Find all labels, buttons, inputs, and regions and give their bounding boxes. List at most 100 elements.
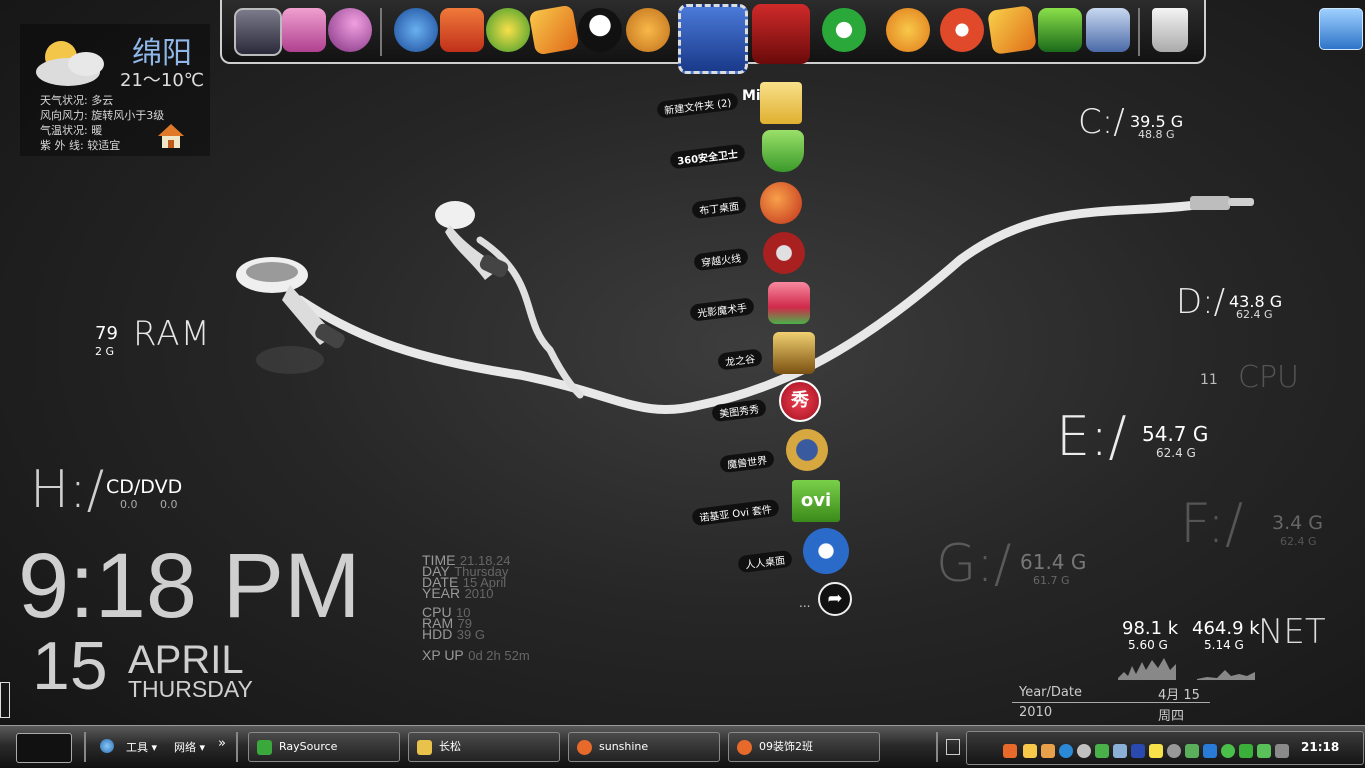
- monitor-icon[interactable]: [234, 8, 282, 56]
- cddvd-label: CD/DVD: [106, 476, 183, 498]
- calendar-year: 2010: [1019, 705, 1053, 720]
- tray-app-icon[interactable]: [1221, 744, 1235, 758]
- music-box2-icon[interactable]: [987, 5, 1037, 55]
- monitor-ball-icon[interactable]: [328, 8, 372, 52]
- tray-app-icon[interactable]: [1095, 744, 1109, 758]
- corner-bird-button[interactable]: [1319, 8, 1363, 50]
- net-down: 98.1 k: [1122, 618, 1179, 639]
- chevron-down-icon: ▾: [151, 741, 158, 754]
- film-strip-icon[interactable]: [678, 4, 748, 74]
- toolbar-network[interactable]: 网络 ▾: [174, 739, 205, 755]
- ovi-icon[interactable]: ovi: [792, 480, 840, 522]
- net-up-total: 5.14 G: [1204, 638, 1244, 652]
- tray-app-icon[interactable]: [1077, 744, 1091, 758]
- drive-c-total: 48.8 G: [1138, 128, 1175, 141]
- top-dock: [220, 0, 1206, 74]
- task-button[interactable]: 长松: [408, 732, 560, 762]
- player-red-icon[interactable]: [940, 8, 984, 52]
- tray-app-icon[interactable]: [1003, 744, 1017, 758]
- flash-icon[interactable]: [440, 8, 484, 52]
- network-icon[interactable]: [394, 8, 438, 52]
- folder-icon: [417, 740, 432, 755]
- qq-group-icon: [737, 740, 752, 755]
- calendar-weekday: 周四: [1158, 709, 1185, 724]
- photo-icon[interactable]: [768, 282, 810, 324]
- toolbar-separator: [936, 732, 938, 762]
- recycle-bin-icon[interactable]: [1152, 8, 1188, 52]
- music-green-icon[interactable]: [486, 8, 530, 52]
- cddvd-value-2: 0.0: [160, 498, 178, 511]
- tray-app-icon[interactable]: [1239, 744, 1253, 758]
- calendar-label: Year/Date: [1019, 685, 1082, 700]
- tray-app-icon[interactable]: [1257, 744, 1271, 758]
- arrow-orange-icon[interactable]: [886, 8, 930, 52]
- start-button[interactable]: [16, 733, 72, 763]
- net-label: NET: [1258, 612, 1326, 652]
- media-player-icon[interactable]: [1086, 8, 1130, 52]
- tray-app-icon[interactable]: [1185, 744, 1199, 758]
- drive-e-free: 54.7 G: [1142, 422, 1209, 446]
- folder-icon[interactable]: [760, 82, 802, 124]
- drive-g-total: 61.7 G: [1033, 574, 1070, 587]
- menu-more[interactable]: ...: [799, 596, 810, 610]
- crossfire-icon[interactable]: [763, 232, 805, 274]
- cddvd-letter: H:/: [30, 460, 105, 520]
- tray-app-icon[interactable]: [1041, 744, 1055, 758]
- show-desktop-icon[interactable]: [946, 739, 960, 755]
- weather-condition: 天气状况: 多云: [40, 94, 114, 107]
- ie-quicklaunch-icon[interactable]: [100, 739, 114, 753]
- renren-icon[interactable]: [803, 528, 849, 574]
- tray-app-icon[interactable]: [1203, 744, 1217, 758]
- ie-browser-icon[interactable]: [822, 8, 866, 52]
- info-value: 2010: [464, 586, 494, 601]
- raccoon-icon[interactable]: [626, 8, 670, 52]
- cloudy-weather-icon: [36, 41, 104, 86]
- toolbar-chevron[interactable]: »: [218, 736, 226, 751]
- system-info: TIME 21.18.24 DAY Thursday DATE 15 April…: [422, 553, 572, 663]
- task-button[interactable]: sunshine: [568, 732, 720, 762]
- net-up-graph: [1197, 670, 1255, 680]
- arrow-forward-icon[interactable]: ➦: [818, 582, 852, 616]
- info-row: XP UP 0d 2h 52m: [422, 648, 572, 663]
- taskbar-clock[interactable]: 21:18: [1301, 740, 1339, 754]
- weather-widget: 绵阳 21～10℃ 天气状况: 多云 风向风力: 旋转风小于3级 气温状况: 暖…: [20, 24, 210, 156]
- cpu-label: CPU: [1238, 360, 1299, 395]
- task-button[interactable]: 09装饰2班: [728, 732, 880, 762]
- task-label: 09装饰2班: [759, 740, 813, 753]
- raysource-icon: [257, 740, 272, 755]
- ram-value: 79: [95, 323, 118, 344]
- bird-icon[interactable]: [760, 182, 802, 224]
- qq-group-icon: [577, 740, 592, 755]
- dragon-nest-icon[interactable]: [773, 332, 815, 374]
- home-icon[interactable]: [156, 122, 186, 150]
- tray-app-icon[interactable]: [1167, 744, 1181, 758]
- music-box-icon[interactable]: [528, 4, 580, 56]
- torii-gate-icon[interactable]: [752, 4, 810, 64]
- info-row: HDD 39 G: [422, 627, 572, 641]
- info-value: 0d 2h 52m: [468, 648, 530, 663]
- weather-temperature: 21～10℃: [120, 70, 205, 91]
- shield-icon[interactable]: [762, 130, 804, 172]
- weather-uv: 紫 外 线: 较适宜: [40, 139, 121, 152]
- taskbar: 工具 ▾ 网络 ▾ » RaySource 长松 sunshine 09装饰2班: [0, 725, 1365, 768]
- calendar-widget: Year/Date 4月 15 2010 周四: [1012, 683, 1212, 724]
- folder-pink-icon[interactable]: [282, 8, 326, 52]
- toolbar-tools[interactable]: 工具 ▾: [126, 739, 157, 755]
- task-button[interactable]: RaySource: [248, 732, 400, 762]
- wow-icon[interactable]: [786, 429, 828, 471]
- tray-app-icon[interactable]: [1113, 744, 1127, 758]
- audio-wave-icon[interactable]: [1038, 8, 1082, 52]
- weather-temp-status: 气温状况: 暖: [40, 124, 103, 137]
- drive-f-free: 3.4 G: [1272, 512, 1323, 534]
- qq-penguin-icon[interactable]: [578, 8, 622, 52]
- ram-size: 2 G: [95, 345, 115, 358]
- clock-month: APRIL: [128, 638, 244, 682]
- tray-app-icon[interactable]: [1275, 744, 1289, 758]
- tray-app-icon[interactable]: [1059, 744, 1073, 758]
- meitu-icon[interactable]: 秀: [779, 380, 821, 422]
- calendar-divider: [1012, 702, 1210, 703]
- tray-app-icon[interactable]: [1149, 744, 1163, 758]
- tray-app-icon[interactable]: [1131, 744, 1145, 758]
- tray-app-icon[interactable]: [1023, 744, 1037, 758]
- task-label: 长松: [439, 740, 461, 753]
